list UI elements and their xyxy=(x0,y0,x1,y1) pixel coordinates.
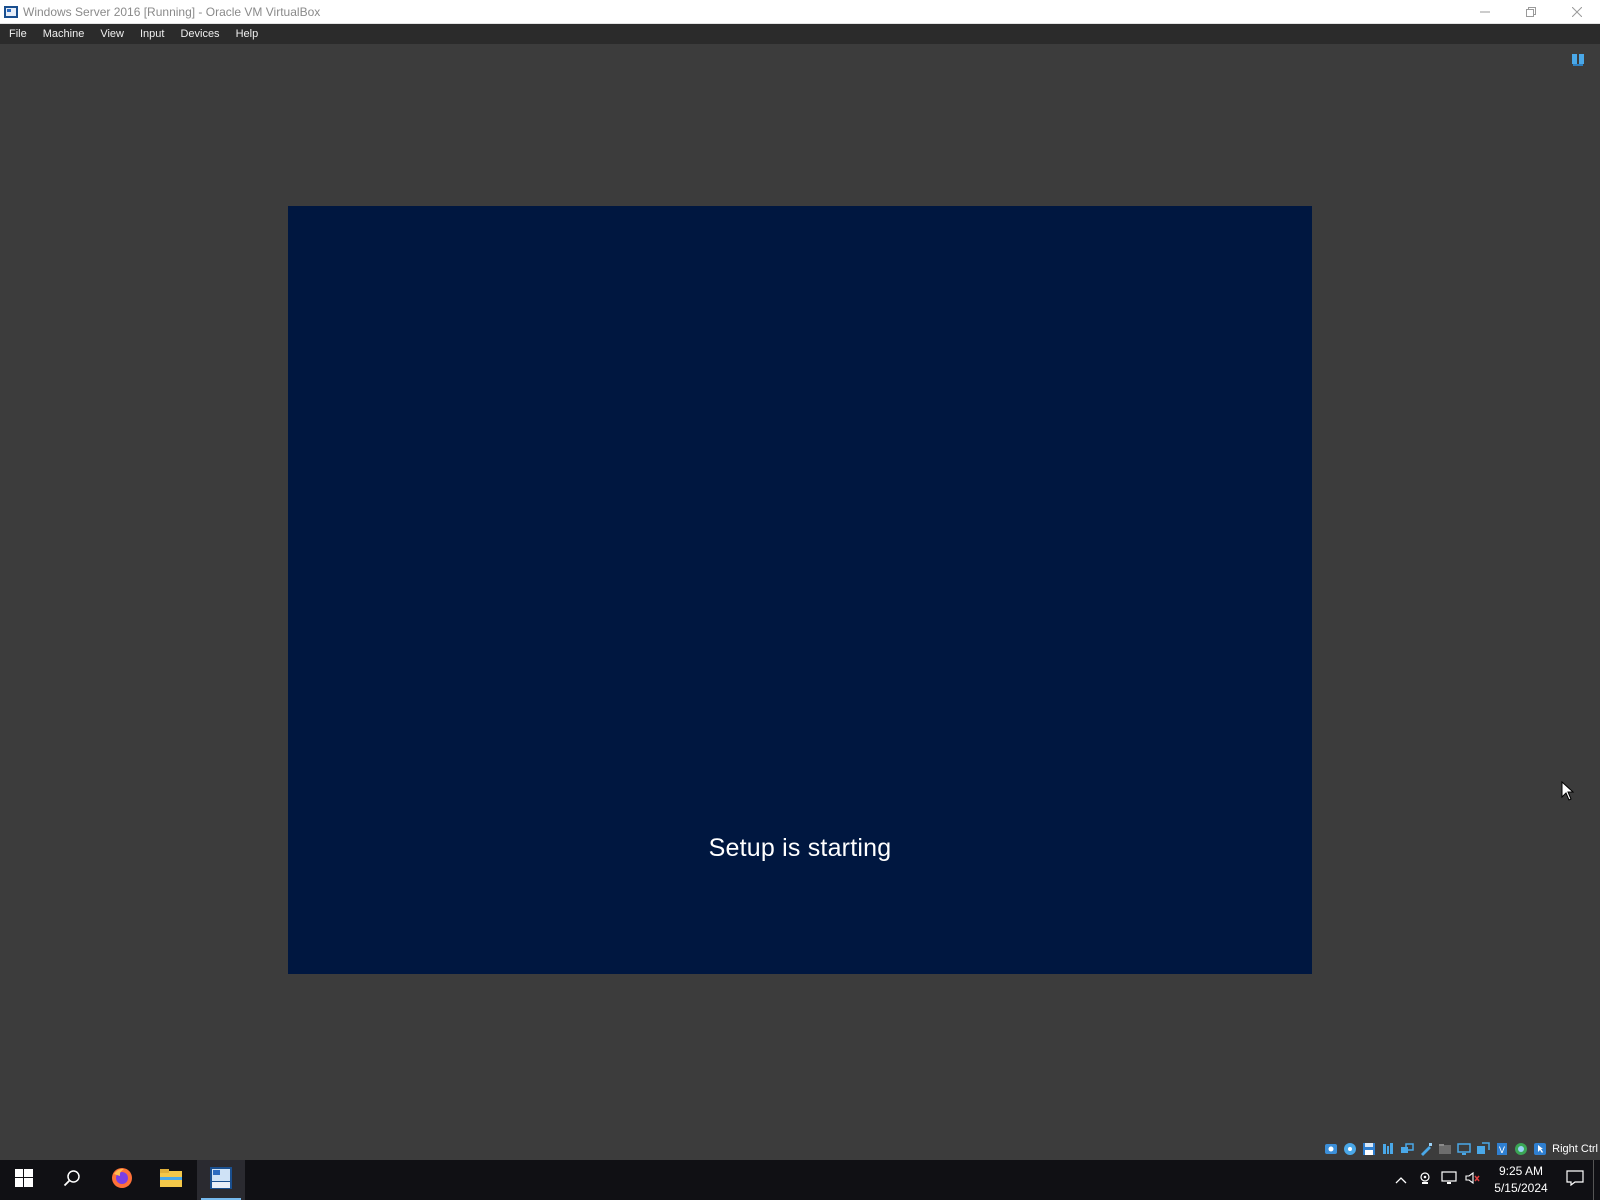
virtualbox-icon xyxy=(209,1166,233,1195)
hard-disk-icon[interactable] xyxy=(1324,1142,1338,1156)
action-center-icon xyxy=(1566,1169,1584,1191)
clock-time: 9:25 AM xyxy=(1498,1164,1544,1178)
vm-status-bar: V Right Ctrl xyxy=(1319,1138,1600,1160)
menu-input[interactable]: Input xyxy=(131,24,171,44)
system-tray: 9:25 AM 5/15/2024 xyxy=(1389,1160,1600,1200)
host-key-label[interactable]: Right Ctrl xyxy=(1552,1143,1598,1155)
usb-icon[interactable] xyxy=(1419,1142,1433,1156)
menu-help[interactable]: Help xyxy=(227,24,266,44)
tray-network[interactable] xyxy=(1437,1160,1461,1200)
window-controls xyxy=(1462,0,1600,23)
tray-webcam[interactable] xyxy=(1413,1160,1437,1200)
taskbar-firefox[interactable] xyxy=(98,1160,146,1200)
menu-view[interactable]: View xyxy=(91,24,131,44)
window-title: Windows Server 2016 [Running] - Oracle V… xyxy=(23,4,321,19)
search-button[interactable] xyxy=(48,1160,96,1200)
mouse-pointer-icon xyxy=(1561,780,1575,806)
start-button[interactable] xyxy=(0,1160,48,1200)
display-icon[interactable] xyxy=(1457,1142,1471,1156)
volume-muted-icon xyxy=(1465,1171,1481,1190)
taskbar-file-explorer[interactable] xyxy=(147,1160,195,1200)
svg-text:V: V xyxy=(1499,1146,1506,1156)
window-title-bar: Windows Server 2016 [Running] - Oracle V… xyxy=(0,0,1600,24)
mouse-integration-icon[interactable] xyxy=(1533,1142,1547,1156)
vm-guest-display[interactable]: Setup is starting xyxy=(288,206,1312,974)
menu-machine[interactable]: Machine xyxy=(34,24,92,44)
tray-volume[interactable] xyxy=(1461,1160,1485,1200)
guest-additions-icon[interactable] xyxy=(1514,1142,1528,1156)
audio-icon[interactable] xyxy=(1381,1142,1395,1156)
file-explorer-icon xyxy=(159,1168,183,1193)
network-icon[interactable] xyxy=(1400,1142,1414,1156)
setup-status-text: Setup is starting xyxy=(708,834,892,862)
menu-file[interactable]: File xyxy=(0,24,34,44)
taskbar-clock[interactable]: 9:25 AM 5/15/2024 xyxy=(1485,1163,1557,1197)
vt-x-icon[interactable]: V xyxy=(1495,1142,1509,1156)
search-icon xyxy=(63,1169,81,1192)
shared-folders-icon[interactable] xyxy=(1438,1142,1452,1156)
show-desktop-button[interactable] xyxy=(1593,1160,1600,1200)
windows-taskbar: 9:25 AM 5/15/2024 xyxy=(0,1160,1600,1200)
restore-button[interactable] xyxy=(1508,0,1554,23)
chevron-up-icon xyxy=(1395,1171,1407,1189)
taskbar-virtualbox[interactable] xyxy=(197,1160,245,1200)
show-hidden-icons-button[interactable] xyxy=(1389,1160,1413,1200)
virtualbox-app-icon xyxy=(3,4,19,20)
action-center-button[interactable] xyxy=(1557,1160,1593,1200)
firefox-icon xyxy=(110,1166,134,1195)
network-icon xyxy=(1441,1170,1457,1190)
minimize-button[interactable] xyxy=(1462,0,1508,23)
start-icon xyxy=(15,1168,33,1192)
close-button[interactable] xyxy=(1554,0,1600,23)
floppy-icon[interactable] xyxy=(1362,1142,1376,1156)
notification-center-icon[interactable] xyxy=(1570,52,1586,68)
clock-date: 5/15/2024 xyxy=(1494,1181,1548,1195)
optical-disk-icon[interactable] xyxy=(1343,1142,1357,1156)
recording-icon[interactable] xyxy=(1476,1142,1490,1156)
camera-icon xyxy=(1418,1171,1432,1190)
menu-devices[interactable]: Devices xyxy=(171,24,226,44)
menu-bar: File Machine View Input Devices Help xyxy=(0,24,1600,44)
